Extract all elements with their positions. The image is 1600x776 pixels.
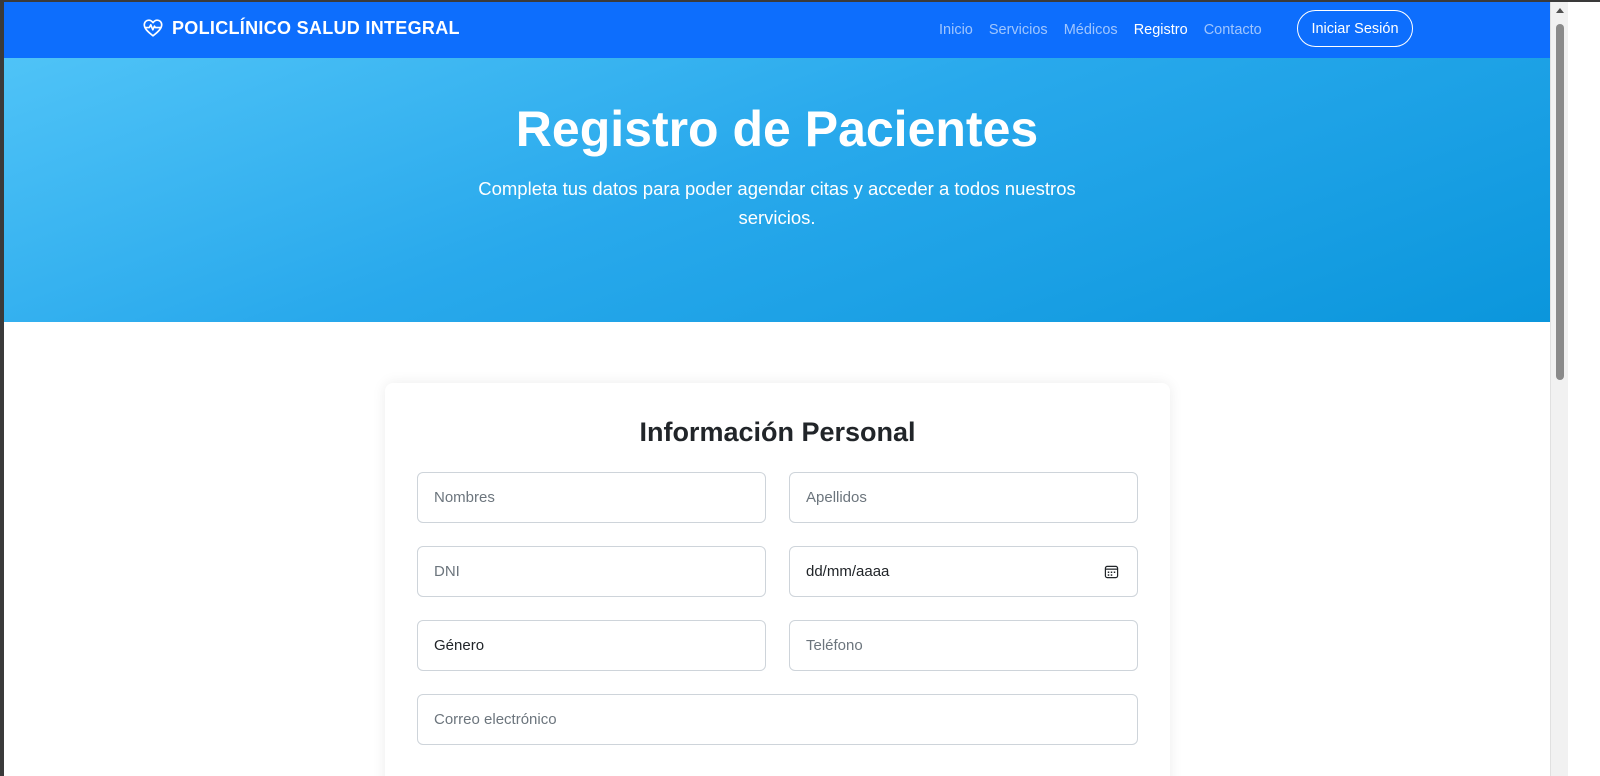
brand-logo[interactable]: POLICLÍNICO SALUD INTEGRAL	[142, 17, 460, 39]
login-button[interactable]: Iniciar Sesión	[1297, 10, 1413, 47]
navbar: POLICLÍNICO SALUD INTEGRAL Inicio Servic…	[4, 2, 1550, 58]
gender-selected-value: Género	[434, 637, 485, 654]
page-scrollbar[interactable]	[1550, 2, 1568, 776]
brand-name: POLICLÍNICO SALUD INTEGRAL	[172, 17, 460, 38]
scroll-up-arrow-icon[interactable]	[1556, 8, 1564, 13]
birthdate-input[interactable]: dd/mm/aaaa	[806, 563, 889, 580]
dni-input[interactable]	[434, 563, 765, 580]
telefono-field[interactable]	[789, 620, 1138, 671]
scrollbar-thumb[interactable]	[1556, 24, 1564, 380]
page-title: Registro de Pacientes	[515, 101, 1039, 157]
heart-pulse-icon	[142, 17, 164, 39]
telefono-input[interactable]	[806, 637, 1137, 654]
page-subtitle: Completa tus datos para poder agendar ci…	[478, 178, 1076, 228]
registration-form-card: Información Personal dd/mm/aaaa	[385, 383, 1170, 776]
form-section-title: Información Personal	[639, 417, 916, 447]
dni-field[interactable]	[417, 546, 766, 597]
calendar-icon[interactable]	[1104, 564, 1119, 579]
nav-link-registro[interactable]: Registro	[1134, 22, 1188, 38]
apellidos-input[interactable]	[806, 489, 1137, 506]
nav-link-servicios[interactable]: Servicios	[989, 22, 1048, 38]
birthdate-field[interactable]: dd/mm/aaaa	[789, 546, 1138, 597]
nombres-field[interactable]	[417, 472, 766, 523]
nav-links: Inicio Servicios Médicos Registro Contac…	[939, 22, 1278, 38]
nav-link-contacto[interactable]: Contacto	[1204, 22, 1262, 38]
nombres-input[interactable]	[434, 489, 765, 506]
browser-window: POLICLÍNICO SALUD INTEGRAL Inicio Servic…	[0, 0, 1600, 776]
hero-banner: Registro de Pacientes Completa tus datos…	[4, 58, 1550, 322]
nav-link-inicio[interactable]: Inicio	[939, 22, 973, 38]
nav-link-medicos[interactable]: Médicos	[1064, 22, 1118, 38]
email-field[interactable]	[417, 694, 1138, 745]
gender-select[interactable]: Género	[417, 620, 766, 671]
apellidos-field[interactable]	[789, 472, 1138, 523]
email-input[interactable]	[434, 711, 1137, 728]
